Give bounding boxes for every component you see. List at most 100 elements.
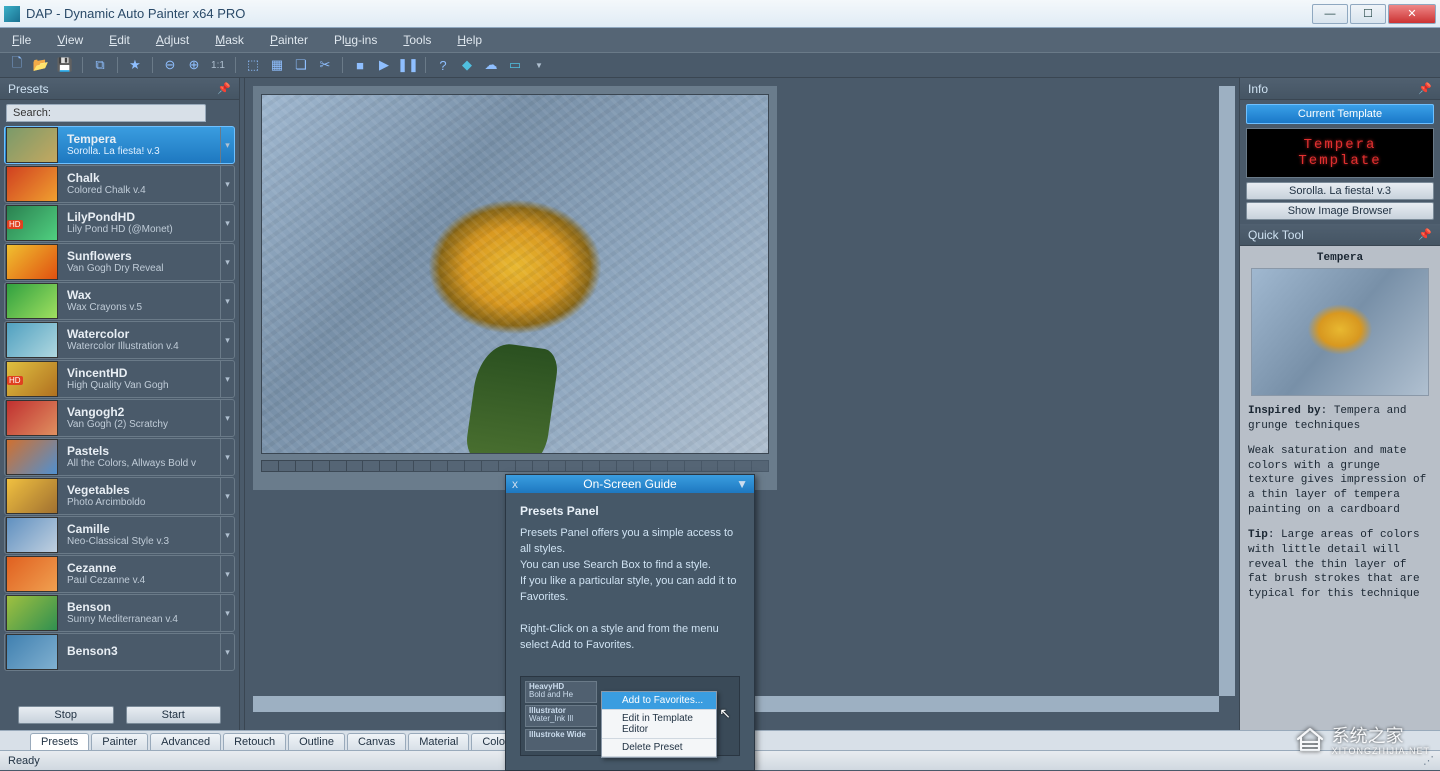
tab-retouch[interactable]: Retouch [223,733,286,750]
maximize-button[interactable]: ☐ [1350,4,1386,24]
menu-plugins[interactable]: Plug-ins [332,31,379,49]
preset-item-cezanne[interactable]: CezannePaul Cezanne v.4▾ [4,555,235,593]
menu-adjust[interactable]: Adjust [154,31,191,49]
preset-item-vangogh2[interactable]: Vangogh2Van Gogh (2) Scratchy▾ [4,399,235,437]
diamond-icon[interactable]: ◆ [458,56,476,74]
preset-dropdown-icon[interactable]: ▾ [220,478,234,514]
preset-dropdown-icon[interactable]: ▾ [220,127,234,163]
guide-titlebar[interactable]: x On-Screen Guide ▼ [506,475,754,493]
record-icon[interactable]: ■ [351,56,369,74]
preset-subtitle: All the Colors, Allways Bold v [67,458,212,469]
guide-illustration: HeavyHDBold and He IllustratorWater_Ink … [520,676,740,756]
preset-dropdown-icon[interactable]: ▾ [220,361,234,397]
scrollbar-vertical[interactable] [1219,86,1235,696]
preset-name: Camille [67,523,212,536]
quicktool-body: Tempera Inspired by: Tempera and grunge … [1240,246,1440,730]
tab-canvas[interactable]: Canvas [347,733,406,750]
minimize-button[interactable]: — [1312,4,1348,24]
search-input[interactable]: Search: [6,104,206,122]
preset-item-vegetables[interactable]: VegetablesPhoto Arcimboldo▾ [4,477,235,515]
menu-mask[interactable]: Mask [213,31,246,49]
preset-item-benson3[interactable]: Benson3 ▾ [4,633,235,671]
tab-material[interactable]: Material [408,733,469,750]
presets-header: Presets 📌 [0,78,239,100]
preset-item-pastels[interactable]: PastelsAll the Colors, Allways Bold v▾ [4,438,235,476]
template-name-button[interactable]: Sorolla. La fiesta! v.3 [1246,182,1434,200]
quicktool-thumbnail [1251,268,1429,396]
grid-icon[interactable]: ▦ [268,56,286,74]
show-browser-button[interactable]: Show Image Browser [1246,202,1434,220]
layers-icon[interactable]: ❏ [292,56,310,74]
screen-icon[interactable]: ▭ [506,56,524,74]
status-text: Ready [8,755,40,767]
zoom-in-icon[interactable]: ⊕ [185,56,203,74]
menu-help[interactable]: Help [455,31,484,49]
cloud-icon[interactable]: ☁ [482,56,500,74]
preset-dropdown-icon[interactable]: ▾ [220,634,234,670]
preset-list: TemperaSorolla. La fiesta! v.3▾ChalkColo… [0,126,239,700]
pin-icon[interactable]: 📌 [1418,82,1432,95]
save-icon[interactable]: 💾 [56,56,74,74]
menu-file[interactable]: File [10,31,33,49]
tab-presets[interactable]: Presets [30,733,89,750]
preset-item-chalk[interactable]: ChalkColored Chalk v.4▾ [4,165,235,203]
star-icon[interactable]: ★ [126,56,144,74]
copy-icon[interactable]: ⧉ [91,56,109,74]
guide-collapse-icon[interactable]: ▼ [736,477,748,491]
preset-dropdown-icon[interactable]: ▾ [220,322,234,358]
watermark: 系统之家 XITONGZHIJIA.NET [1294,722,1430,756]
new-icon[interactable]: 🗋 [8,56,26,74]
preset-thumbnail [6,439,58,475]
tab-advanced[interactable]: Advanced [150,733,221,750]
preset-name: Benson [67,601,212,614]
play-icon[interactable]: ▶ [375,56,393,74]
preset-dropdown-icon[interactable]: ▾ [220,283,234,319]
preset-subtitle: Colored Chalk v.4 [67,185,212,196]
menu-edit[interactable]: Edit [107,31,132,49]
preset-item-camille[interactable]: CamilleNeo-Classical Style v.3▾ [4,516,235,554]
tab-outline[interactable]: Outline [288,733,345,750]
preset-dropdown-icon[interactable]: ▾ [220,166,234,202]
preset-thumbnail [6,244,58,280]
preset-dropdown-icon[interactable]: ▾ [220,439,234,475]
preset-dropdown-icon[interactable]: ▾ [220,205,234,241]
preset-thumbnail [6,556,58,592]
preset-dropdown-icon[interactable]: ▾ [220,595,234,631]
stop-button[interactable]: Stop [18,706,114,724]
preset-item-wax[interactable]: WaxWax Crayons v.5▾ [4,282,235,320]
preset-dropdown-icon[interactable]: ▾ [220,556,234,592]
preset-item-vincenthd[interactable]: HDVincentHDHigh Quality Van Gogh▾ [4,360,235,398]
preset-subtitle: Van Gogh Dry Reveal [67,263,212,274]
menu-tools[interactable]: Tools [401,31,433,49]
select-icon[interactable]: ⬚ [244,56,262,74]
preset-dropdown-icon[interactable]: ▾ [220,517,234,553]
pin-icon[interactable]: 📌 [217,82,231,95]
crop-icon[interactable]: ✂ [316,56,334,74]
preset-subtitle: Paul Cezanne v.4 [67,575,212,586]
help-icon[interactable]: ? [434,56,452,74]
preset-dropdown-icon[interactable]: ▾ [220,400,234,436]
toolbar: 🗋 📂 💾 ⧉ ★ ⊖ ⊕ 1:1 ⬚ ▦ ❏ ✂ ■ ▶ ❚❚ ? ◆ ☁ ▭… [0,52,1440,78]
preset-item-sunflowers[interactable]: SunflowersVan Gogh Dry Reveal▾ [4,243,235,281]
current-template-button[interactable]: Current Template [1246,104,1434,124]
preset-item-lilypondhd[interactable]: HDLilyPondHDLily Pond HD (@Monet)▾ [4,204,235,242]
preset-dropdown-icon[interactable]: ▾ [220,244,234,280]
preset-thumbnail [6,166,58,202]
close-button[interactable]: ✕ [1388,4,1436,24]
guide-close-icon[interactable]: x [512,477,518,491]
tab-painter[interactable]: Painter [91,733,148,750]
zoom-1to1-icon[interactable]: 1:1 [209,56,227,74]
zoom-out-icon[interactable]: ⊖ [161,56,179,74]
menu-view[interactable]: View [55,31,85,49]
start-button[interactable]: Start [126,706,222,724]
preset-item-watercolor[interactable]: WatercolorWatercolor Illustration v.4▾ [4,321,235,359]
preset-name: Benson3 [67,645,212,658]
menu-painter[interactable]: Painter [268,31,310,49]
dropdown-icon[interactable]: ▼ [530,56,548,74]
preset-item-tempera[interactable]: TemperaSorolla. La fiesta! v.3▾ [4,126,235,164]
pause-icon[interactable]: ❚❚ [399,56,417,74]
open-icon[interactable]: 📂 [32,56,50,74]
canvas-image[interactable] [261,94,769,454]
preset-item-benson[interactable]: BensonSunny Mediterranean v.4▾ [4,594,235,632]
pin-icon[interactable]: 📌 [1418,228,1432,241]
